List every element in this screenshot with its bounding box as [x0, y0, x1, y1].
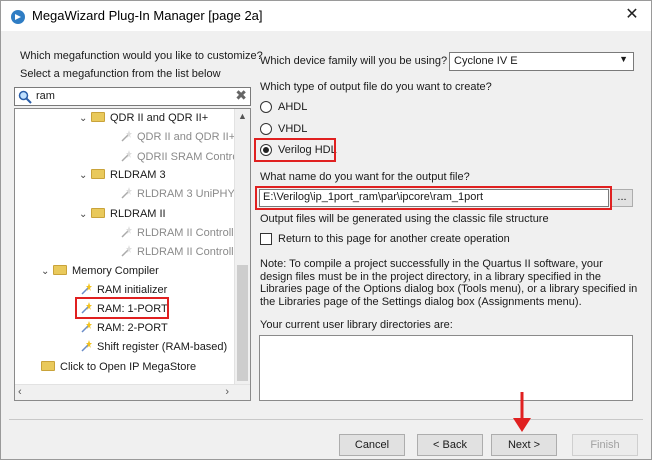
tree-item-shift-register[interactable]: Shift register (RAM-based) — [79, 338, 227, 356]
scroll-up-arrow-icon[interactable]: ▲ — [235, 109, 250, 124]
library-directories-list[interactable] — [259, 335, 633, 401]
tree-item-qdr-ii-qdr-ii-plus[interactable]: QDR II and QDR II+ — [119, 128, 235, 146]
window-title: MegaWizard Plug-In Manager [page 2a] — [32, 8, 263, 23]
tree-node-label: RAM initializer — [97, 284, 168, 296]
output-type-label: Which type of output file do you want to… — [260, 81, 492, 93]
tree-node-label: Memory Compiler — [72, 265, 159, 277]
red-arrow-annotation-icon — [513, 392, 531, 432]
tree-node-label: RLDRAM II Controller — [137, 227, 244, 239]
tree-node-label: RLDRAM 3 — [110, 169, 166, 181]
tree-folder-memory-compiler[interactable]: ⌄ Memory Compiler — [41, 262, 159, 280]
tree-node-label: RLDRAM II — [110, 208, 166, 220]
file-structure-note: Output files will be generated using the… — [260, 213, 549, 225]
megawizard-logo-icon — [11, 10, 25, 24]
device-family-label: Which device family will you be using? — [260, 55, 448, 67]
tree-item-rldram-3-uniphy[interactable]: RLDRAM 3 UniPHY v1 — [119, 185, 249, 203]
tree-node-label: RLDRAM 3 UniPHY v1 — [137, 188, 250, 200]
vhdl-radio[interactable] — [260, 123, 272, 135]
tree-node-label: QDRII SRAM Controll — [137, 151, 244, 163]
tree-folder-qdr-ii[interactable]: ⌄ QDR II and QDR II+ — [79, 109, 208, 127]
compile-note: Note: To compile a project successfully … — [260, 258, 638, 308]
megafunction-wand-icon — [121, 245, 132, 257]
ram-1-port-highlight-box — [75, 297, 169, 319]
chevron-down-icon[interactable]: ⌄ — [79, 206, 91, 224]
ahdl-radio[interactable] — [260, 101, 272, 113]
folder-icon — [41, 361, 55, 372]
tree-item-qdrii-sram-controller[interactable]: QDRII SRAM Controll — [119, 148, 243, 166]
folder-icon — [91, 169, 105, 180]
search-icon — [18, 90, 32, 104]
chevron-down-icon[interactable]: ⌄ — [79, 167, 91, 185]
browse-button[interactable]: ... — [611, 189, 633, 207]
dropdown-arrow-icon[interactable]: ▼ — [619, 54, 628, 64]
vhdl-label[interactable]: VHDL — [278, 123, 307, 135]
megafunction-instruction: Select a megafunction from the list belo… — [20, 68, 221, 80]
tree-node-label: RLDRAM II Controller — [137, 246, 244, 258]
megafunction-wand-icon — [121, 130, 132, 142]
megafunction-wand-icon — [81, 283, 92, 295]
footer-separator — [9, 419, 643, 420]
library-directories-label: Your current user library directories ar… — [260, 319, 453, 331]
megafunction-wand-icon — [81, 340, 92, 352]
megafunction-search-input[interactable]: ram ✖ — [14, 87, 251, 106]
return-to-page-checkbox[interactable] — [260, 233, 272, 245]
megafunction-tree[interactable]: ⌄ QDR II and QDR II+ QDR II and QDR II+ Q… — [14, 108, 251, 401]
chevron-down-icon[interactable]: ⌄ — [41, 263, 53, 281]
close-icon[interactable]: ✕ — [621, 5, 643, 25]
ahdl-label[interactable]: AHDL — [278, 101, 307, 113]
tree-node-label: RAM: 2-PORT — [97, 322, 168, 334]
verilog-highlight-box — [254, 138, 336, 162]
finish-button[interactable]: Finish — [572, 434, 638, 456]
megafunction-question: Which megafunction would you like to cus… — [20, 50, 263, 62]
tree-node-label: Shift register (RAM-based) — [97, 341, 228, 353]
tree-item-open-ip-megastore[interactable]: Click to Open IP MegaStore — [41, 358, 196, 376]
tree-folder-rldram-3[interactable]: ⌄ RLDRAM 3 — [79, 166, 166, 184]
megafunction-wand-icon — [121, 150, 132, 162]
tree-node-label: QDR II and QDR II+ — [137, 131, 236, 143]
next-button[interactable]: Next > — [491, 434, 557, 456]
chevron-down-icon[interactable]: ⌄ — [79, 110, 91, 128]
cancel-button[interactable]: Cancel — [339, 434, 405, 456]
tree-folder-rldram-ii[interactable]: ⌄ RLDRAM II — [79, 205, 166, 223]
tree-item-rldram-ii-controller[interactable]: RLDRAM II Controller — [119, 243, 243, 261]
folder-icon — [91, 208, 105, 219]
tree-node-label: QDR II and QDR II+ — [110, 112, 209, 124]
folder-icon — [53, 265, 67, 276]
output-path-highlight-box — [255, 186, 612, 210]
clear-search-icon[interactable]: ✖ — [235, 87, 247, 104]
title-bar: MegaWizard Plug-In Manager [page 2a] ✕ — [1, 1, 651, 31]
megafunction-wand-icon — [121, 226, 132, 238]
folder-icon — [91, 112, 105, 123]
scrollbar-thumb[interactable] — [237, 265, 248, 381]
search-value: ram — [36, 90, 55, 102]
device-family-value: Cyclone IV E — [454, 55, 518, 67]
scroll-left-arrow-icon[interactable]: ‹ — [18, 386, 22, 398]
output-name-label: What name do you want for the output fil… — [260, 171, 470, 183]
tree-horizontal-scrollbar[interactable]: ‹ › — [15, 384, 250, 400]
tree-item-rldram-ii-controller[interactable]: RLDRAM II Controller — [119, 224, 243, 242]
megawizard-dialog: MegaWizard Plug-In Manager [page 2a] ✕ W… — [0, 0, 652, 460]
megafunction-wand-icon — [121, 187, 132, 199]
back-button[interactable]: < Back — [417, 434, 483, 456]
tree-vertical-scrollbar[interactable]: ▲ — [234, 109, 250, 386]
tree-item-ram-2-port[interactable]: RAM: 2-PORT — [79, 319, 168, 337]
device-family-select[interactable]: Cyclone IV E ▼ — [449, 52, 634, 71]
scroll-right-arrow-icon[interactable]: › — [225, 386, 229, 398]
tree-node-label: Click to Open IP MegaStore — [60, 361, 197, 373]
return-to-page-label[interactable]: Return to this page for another create o… — [278, 233, 510, 245]
megafunction-wand-icon — [81, 321, 92, 333]
